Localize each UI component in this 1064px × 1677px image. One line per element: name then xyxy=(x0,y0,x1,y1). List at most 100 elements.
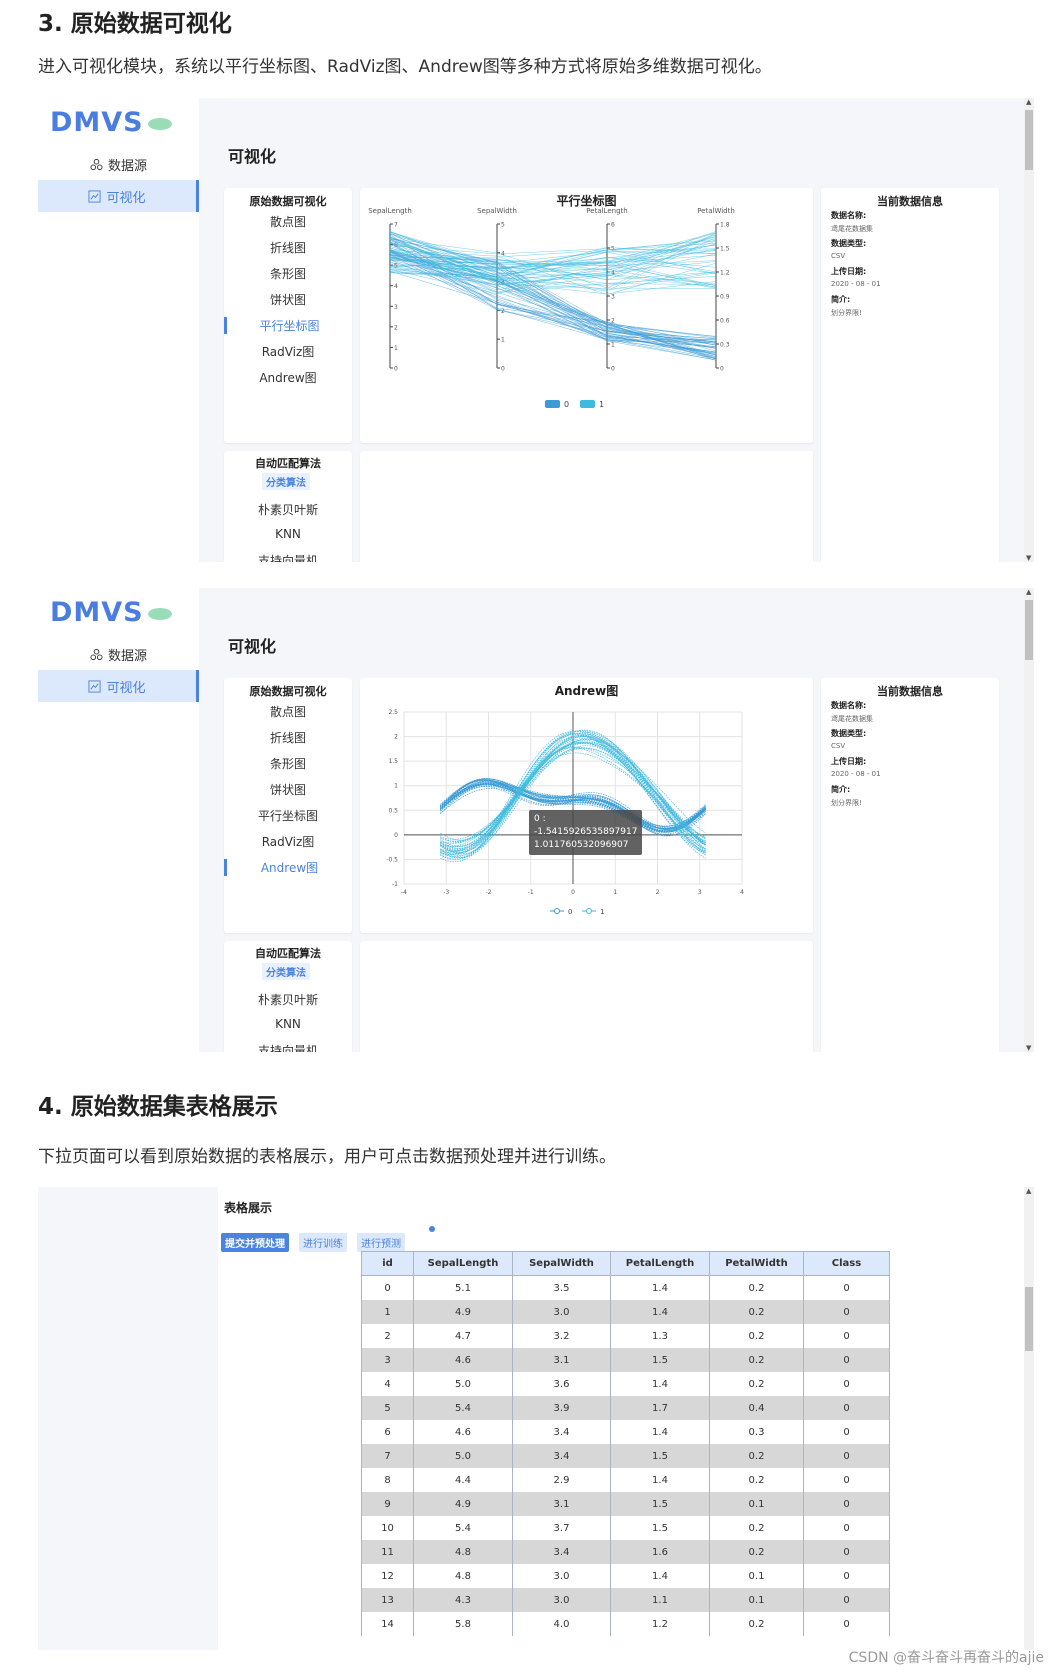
scroll-down-icon[interactable]: ▼ xyxy=(1026,554,1031,562)
table-row[interactable]: 9 4.9 3.1 1.5 0.1 0 xyxy=(361,1492,890,1516)
parallel-line-series-0 xyxy=(389,241,717,343)
legend-label[interactable]: 0 xyxy=(564,400,569,409)
scroll-down-icon[interactable]: ▼ xyxy=(1026,1044,1031,1052)
algo-item-knn[interactable]: KNN xyxy=(224,1017,352,1031)
menu-item-scatter[interactable]: 散点图 xyxy=(224,213,352,230)
scroll-up-icon[interactable]: ▲ xyxy=(1026,1187,1031,1195)
table-row[interactable]: 14 5.8 4.0 1.2 0.2 0 xyxy=(361,1612,890,1636)
table-row[interactable]: 5 5.4 3.9 1.7 0.4 0 xyxy=(361,1396,890,1420)
menu-item-bar[interactable]: 条形图 xyxy=(224,265,352,282)
table-row[interactable]: 2 4.7 3.2 1.3 0.2 0 xyxy=(361,1324,890,1348)
legend-label[interactable]: 0 xyxy=(568,908,572,916)
menu-item-andrew[interactable]: Andrew图 xyxy=(224,859,352,876)
algo-item-svm[interactable]: 支持向量机 xyxy=(224,1042,352,1052)
legend-marker[interactable] xyxy=(554,908,560,914)
nav-item-visualization[interactable]: 可视化 xyxy=(38,670,199,702)
legend-swatch[interactable] xyxy=(545,400,560,408)
scrollbar[interactable]: ▲ ▼ xyxy=(1024,98,1034,562)
data-info-panel: 当前数据信息 数据名称: 鸢尾花数据集 数据类型: CSV 上传日期: 2020… xyxy=(821,678,999,1052)
menu-item-scatter[interactable]: 散点图 xyxy=(224,703,352,720)
table-cell: 4.0 xyxy=(512,1612,611,1636)
table-cell: 0.2 xyxy=(709,1612,804,1636)
chart-icon xyxy=(88,189,102,203)
info-desc-label: 简介: xyxy=(831,295,851,304)
scrollbar[interactable]: ▲ xyxy=(1024,1187,1034,1650)
column-header[interactable]: PetalLength xyxy=(610,1251,710,1276)
table-cell: 0 xyxy=(361,1275,414,1300)
table-row[interactable]: 4 5.0 3.6 1.4 0.2 0 xyxy=(361,1372,890,1396)
table-row[interactable]: 12 4.8 3.0 1.4 0.1 0 xyxy=(361,1564,890,1588)
legend-swatch[interactable] xyxy=(580,400,595,408)
menu-item-andrew[interactable]: Andrew图 xyxy=(224,369,352,386)
table-row[interactable]: 1 4.9 3.0 1.4 0.2 0 xyxy=(361,1300,890,1324)
column-header[interactable]: SepalLength xyxy=(413,1251,513,1276)
menu-item-radviz[interactable]: RadViz图 xyxy=(224,833,352,850)
column-header[interactable]: PetalWidth xyxy=(709,1251,804,1276)
algo-category-chip[interactable]: 分类算法 xyxy=(262,963,310,980)
table-row[interactable]: 0 5.1 3.5 1.4 0.2 0 xyxy=(361,1275,890,1300)
table-row[interactable]: 8 4.4 2.9 1.4 0.2 0 xyxy=(361,1468,890,1492)
table-row[interactable]: 7 5.0 3.4 1.5 0.2 0 xyxy=(361,1444,890,1468)
menu-item-line[interactable]: 折线图 xyxy=(224,729,352,746)
train-button[interactable]: 进行训练 xyxy=(299,1233,347,1252)
app-screenshot-andrew: DMVS 数据源 可视化 可视化 原始数据可视化 散点图 折线图 条形图 饼状图… xyxy=(38,588,1034,1052)
menu-item-pie[interactable]: 饼状图 xyxy=(224,781,352,798)
scrollbar-thumb[interactable] xyxy=(1025,600,1033,660)
section-paragraph-4: 下拉页面可以看到原始数据的表格展示，用户可点击数据预处理并进行训练。 xyxy=(38,1147,616,1167)
datasource-icon xyxy=(90,158,103,170)
column-header[interactable]: SepalWidth xyxy=(512,1251,611,1276)
table-row[interactable]: 11 4.8 3.4 1.6 0.2 0 xyxy=(361,1540,890,1564)
app-screenshot-parallel: DMVS 数据源 可视化 可视化 原始数据可视化 散点图 折线图 条形图 饼状图… xyxy=(38,98,1034,562)
svg-text:DMVS: DMVS xyxy=(50,597,144,628)
algo-item-knn[interactable]: KNN xyxy=(224,527,352,541)
table-cell: 4.6 xyxy=(413,1348,513,1372)
preprocess-button[interactable]: 提交并预处理 xyxy=(221,1233,289,1252)
table-cell: 0.2 xyxy=(709,1275,804,1300)
nav-item-datasource[interactable]: 数据源 xyxy=(38,148,199,180)
y-tick-label: 1.5 xyxy=(388,758,398,765)
algo-item-naive-bayes[interactable]: 朴素贝叶斯 xyxy=(224,501,352,518)
algo-item-svm[interactable]: 支持向量机 xyxy=(224,552,352,562)
legend-label[interactable]: 1 xyxy=(599,400,604,409)
y-tick-label: 2.5 xyxy=(388,709,398,716)
menu-item-pie[interactable]: 饼状图 xyxy=(224,291,352,308)
scrollbar-thumb[interactable] xyxy=(1025,1287,1033,1351)
table-cell: 5.0 xyxy=(413,1372,513,1396)
menu-item-parallel[interactable]: 平行坐标图 xyxy=(224,807,352,824)
table-cell: 3.7 xyxy=(512,1516,611,1540)
algo-panel: 自动匹配算法 分类算法 朴素贝叶斯 KNN 支持向量机 xyxy=(224,451,352,562)
info-date-value: 2020 - 08 - 01 xyxy=(831,280,881,288)
table-cell: 1.4 xyxy=(610,1564,710,1588)
column-header[interactable]: id xyxy=(361,1251,414,1276)
algo-item-naive-bayes[interactable]: 朴素贝叶斯 xyxy=(224,991,352,1008)
table-row[interactable]: 13 4.3 3.0 1.1 0.1 0 xyxy=(361,1588,890,1612)
nav-item-visualization[interactable]: 可视化 xyxy=(38,180,199,212)
legend-label[interactable]: 1 xyxy=(600,908,604,916)
table-row[interactable]: 10 5.4 3.7 1.5 0.2 0 xyxy=(361,1516,890,1540)
scrollbar-thumb[interactable] xyxy=(1025,110,1033,170)
menu-item-line[interactable]: 折线图 xyxy=(224,239,352,256)
scrollbar[interactable]: ▲ ▼ xyxy=(1024,588,1034,1052)
scroll-up-icon[interactable]: ▲ xyxy=(1026,588,1031,596)
table-cell: 3.0 xyxy=(512,1300,611,1324)
table-cell: 1.5 xyxy=(610,1348,710,1372)
table-row[interactable]: 6 4.6 3.4 1.4 0.3 0 xyxy=(361,1420,890,1444)
menu-item-bar[interactable]: 条形图 xyxy=(224,755,352,772)
y-tick-label: 0 xyxy=(394,832,398,839)
info-date-label: 上传日期: xyxy=(831,267,867,276)
data-info-panel: 当前数据信息 数据名称: 鸢尾花数据集 数据类型: CSV 上传日期: 2020… xyxy=(821,188,999,562)
legend-marker[interactable] xyxy=(586,908,592,914)
column-header[interactable]: Class xyxy=(803,1251,890,1276)
nav-label: 可视化 xyxy=(106,190,146,206)
table-cell: 14 xyxy=(361,1612,414,1636)
menu-item-radviz[interactable]: RadViz图 xyxy=(224,343,352,360)
scroll-up-icon[interactable]: ▲ xyxy=(1026,98,1031,106)
algo-category-chip[interactable]: 分类算法 xyxy=(262,473,310,490)
nav-item-datasource[interactable]: 数据源 xyxy=(38,638,199,670)
table-cell: 0.1 xyxy=(709,1492,804,1516)
predict-button[interactable]: 进行预测 xyxy=(357,1233,405,1252)
section-heading-4: 4. 原始数据集表格展示 xyxy=(38,1094,278,1120)
tick-label: 0 xyxy=(611,366,615,373)
menu-item-parallel[interactable]: 平行坐标图 xyxy=(224,317,352,334)
table-row[interactable]: 3 4.6 3.1 1.5 0.2 0 xyxy=(361,1348,890,1372)
